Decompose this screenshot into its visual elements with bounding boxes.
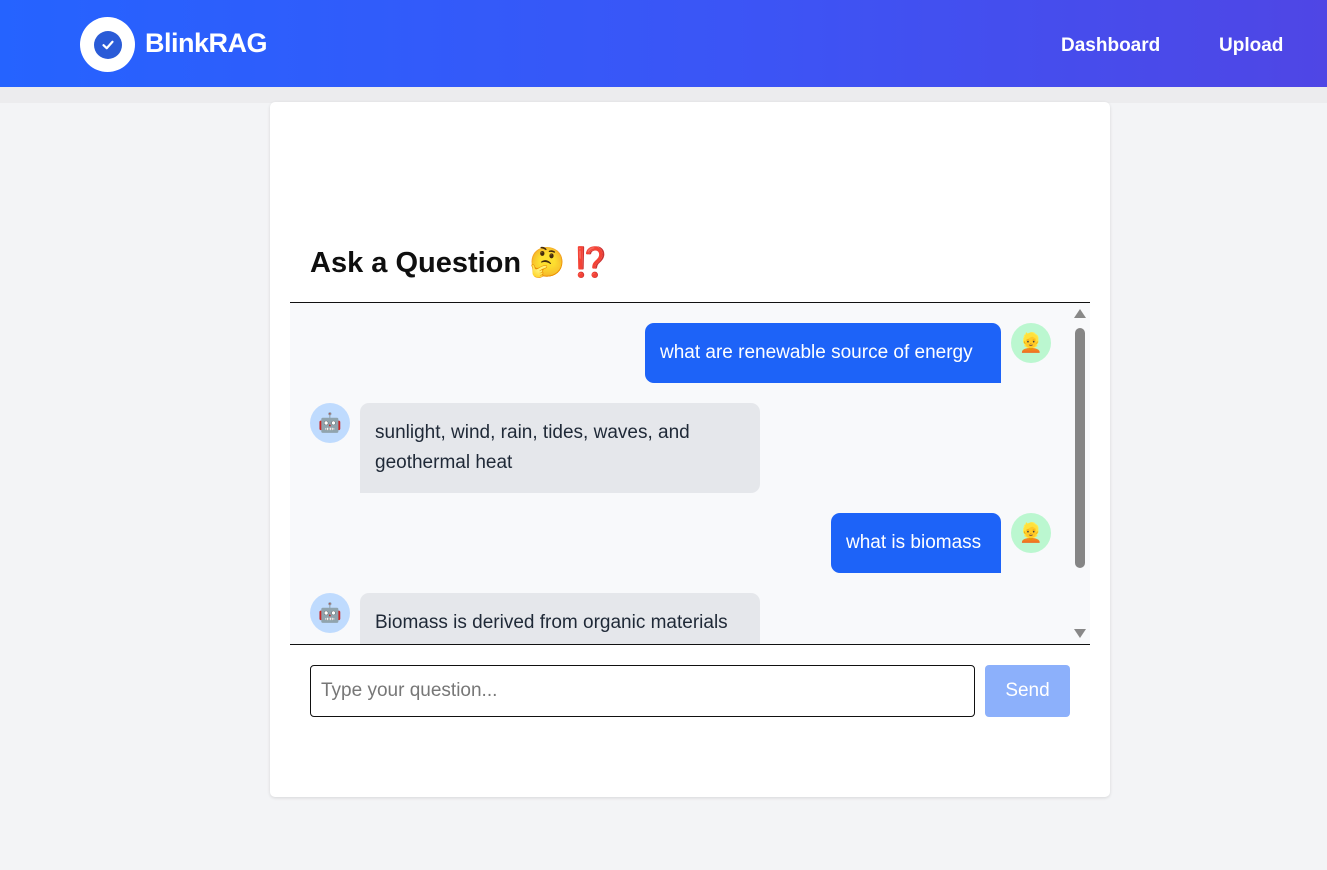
chat-messages-panel[interactable]: what are renewable source of energy 👱 🤖 … bbox=[290, 302, 1090, 645]
chat-message-user: what are renewable source of energy 👱 bbox=[645, 323, 1051, 383]
navbar-shadow bbox=[0, 87, 1327, 103]
chat-message-user: what is biomass 👱 bbox=[831, 513, 1051, 573]
logo[interactable] bbox=[80, 17, 135, 72]
chat-message-bot: 🤖 Biomass is derived from organic materi… bbox=[310, 593, 760, 644]
bot-message-bubble: sunlight, wind, rain, tides, waves, and … bbox=[360, 403, 760, 493]
scroll-down-arrow-icon[interactable] bbox=[1074, 629, 1086, 638]
scroll-up-arrow-icon[interactable] bbox=[1074, 309, 1086, 318]
nav-dashboard-link[interactable]: Dashboard bbox=[1061, 35, 1160, 57]
check-icon bbox=[93, 30, 122, 59]
bot-avatar-icon: 🤖 bbox=[310, 593, 350, 633]
user-message-bubble: what is biomass bbox=[831, 513, 1001, 573]
user-avatar-icon: 👱 bbox=[1011, 323, 1051, 363]
question-input[interactable] bbox=[310, 665, 975, 717]
bot-message-bubble: Biomass is derived from organic material… bbox=[360, 593, 760, 644]
chat-message-bot: 🤖 sunlight, wind, rain, tides, waves, an… bbox=[310, 403, 760, 493]
brand-name[interactable]: BlinkRAG bbox=[145, 28, 268, 59]
user-avatar-icon: 👱 bbox=[1011, 513, 1051, 553]
bot-avatar-icon: 🤖 bbox=[310, 403, 350, 443]
chat-card: Ask a Question 🤔 ⁉️ what are renewable s… bbox=[270, 102, 1110, 797]
scrollbar-thumb[interactable] bbox=[1075, 328, 1085, 568]
exclamation-question-icon: ⁉️ bbox=[573, 247, 610, 279]
user-message-bubble: what are renewable source of energy bbox=[645, 323, 1001, 383]
send-button[interactable]: Send bbox=[985, 665, 1070, 717]
top-navbar: BlinkRAG Dashboard Upload bbox=[0, 0, 1327, 87]
nav-upload-link[interactable]: Upload bbox=[1219, 35, 1283, 57]
page-title: Ask a Question 🤔 ⁉️ bbox=[310, 246, 609, 280]
page-title-text: Ask a Question bbox=[310, 247, 522, 279]
thinking-face-icon: 🤔 bbox=[529, 247, 566, 279]
